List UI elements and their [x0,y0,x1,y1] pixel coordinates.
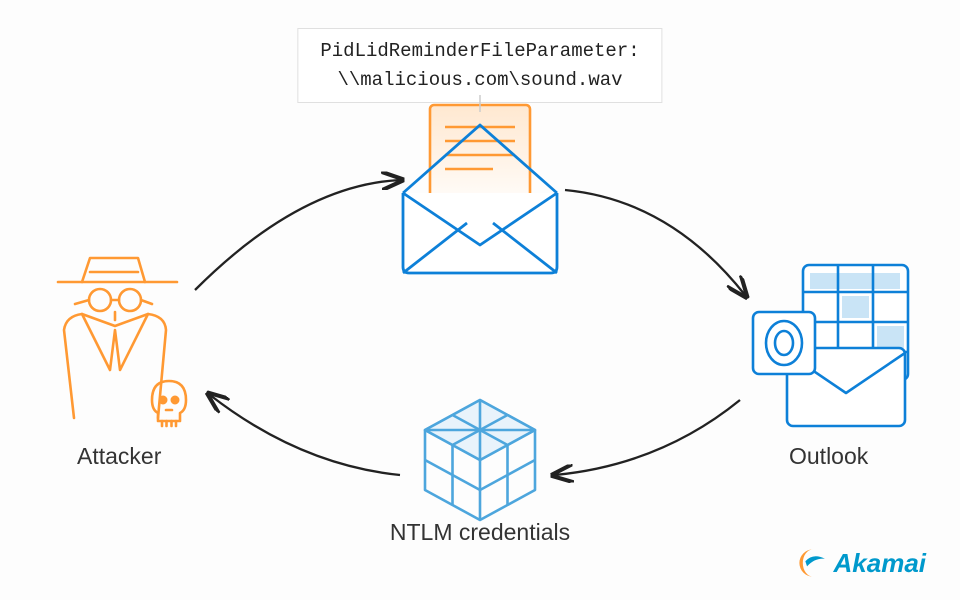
diagram-canvas [0,0,960,600]
outlook-label: Outlook [789,443,868,470]
arrow-attacker-to-email [195,180,400,290]
brand-logo: Akamai [796,546,927,580]
email-icon [403,105,557,273]
arrow-ntlm-to-attacker [210,395,400,475]
outlook-icon [753,265,908,426]
arrow-outlook-to-ntlm [555,400,740,475]
brand-name: Akamai [834,548,927,579]
attacker-label: Attacker [77,443,161,470]
attacker-icon [58,258,186,426]
ntlm-cube-icon [425,400,535,520]
ntlm-label: NTLM credentials [390,519,570,546]
arrow-email-to-outlook [565,190,745,295]
akamai-wave-icon [796,546,830,580]
